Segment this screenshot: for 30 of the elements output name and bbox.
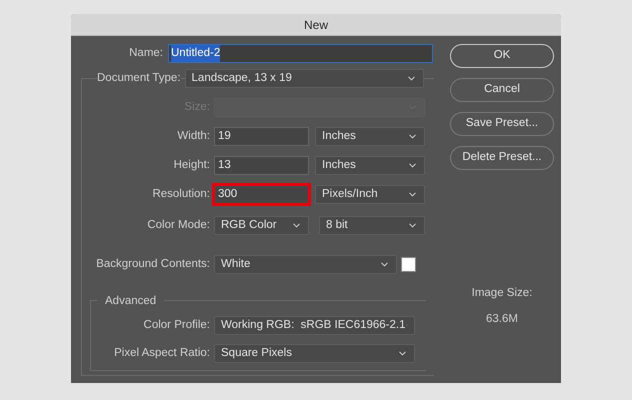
number-field[interactable]: 19	[214, 127, 309, 146]
number-field[interactable]: 13	[214, 156, 309, 175]
dialog-button[interactable]: Save Preset...	[450, 112, 554, 136]
dialog-button[interactable]: OK	[450, 44, 554, 68]
dropdown[interactable]: Inches	[315, 156, 425, 175]
image-size-label: Image Size:	[472, 286, 532, 301]
field-label: Resolution:	[151, 186, 210, 202]
window-title: New	[304, 16, 328, 34]
dropdown[interactable]: Inches	[315, 127, 425, 146]
dropdown[interactable]: Pixels/Inch	[315, 185, 425, 204]
field-label: Pixel Aspect Ratio:	[113, 346, 210, 362]
name-field[interactable]: Untitled-2	[168, 44, 433, 63]
image-size-value: 63.6M	[486, 312, 518, 328]
field-label: Background Contents:	[95, 256, 210, 272]
dropdown[interactable]: White	[214, 255, 397, 274]
field-label: Color Profile:	[142, 318, 210, 334]
dropdown[interactable]: Working RGB: sRGB IEC61966-2.1	[214, 316, 415, 336]
field-label: Name:	[128, 46, 163, 61]
field-label: Height:	[172, 158, 210, 173]
number-field[interactable]: 300	[212, 183, 311, 206]
dialog-button[interactable]: Cancel	[450, 78, 554, 102]
dropdown[interactable]: Square Pixels	[214, 344, 415, 364]
dropdown[interactable]: Landscape, 13 x 19	[184, 69, 424, 88]
dialog-button[interactable]: Delete Preset...	[450, 146, 554, 170]
dropdown[interactable]: 8 bit	[319, 216, 425, 235]
name-value: Untitled-2	[171, 44, 220, 62]
dropdown[interactable]: RGB Color	[214, 216, 309, 235]
field-label: Color Mode:	[146, 218, 210, 233]
field-label: Width:	[176, 128, 210, 144]
color-swatch[interactable]	[401, 257, 416, 272]
